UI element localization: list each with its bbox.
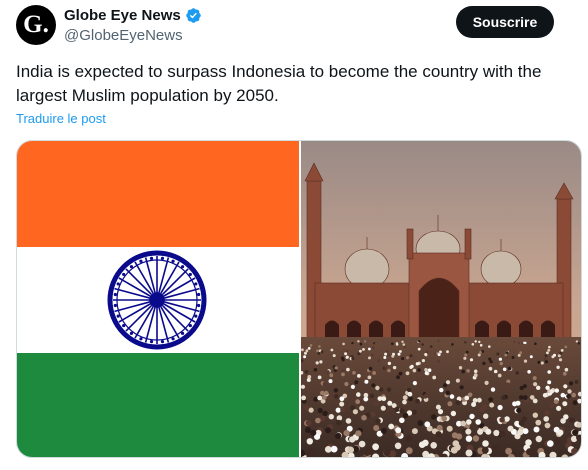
handle[interactable]: @GlobeEyeNews [64, 27, 183, 44]
flag-saffron-band [17, 141, 299, 247]
avatar[interactable]: G. [16, 5, 56, 45]
media-grid [16, 140, 582, 458]
translate-link[interactable]: Traduire le post [16, 111, 106, 126]
verified-badge-icon [185, 7, 202, 24]
india-flag-image[interactable] [17, 141, 299, 457]
display-name[interactable]: Globe Eye News [64, 7, 181, 24]
author-name-row: Globe Eye News [64, 7, 202, 24]
mosque-crowd-image[interactable] [301, 141, 581, 457]
follow-button[interactable]: Souscrire [456, 6, 554, 38]
ashoka-chakra-icon [107, 250, 207, 350]
flag-green-band [17, 353, 299, 457]
tweet-text: India is expected to surpass Indonesia t… [16, 62, 542, 105]
